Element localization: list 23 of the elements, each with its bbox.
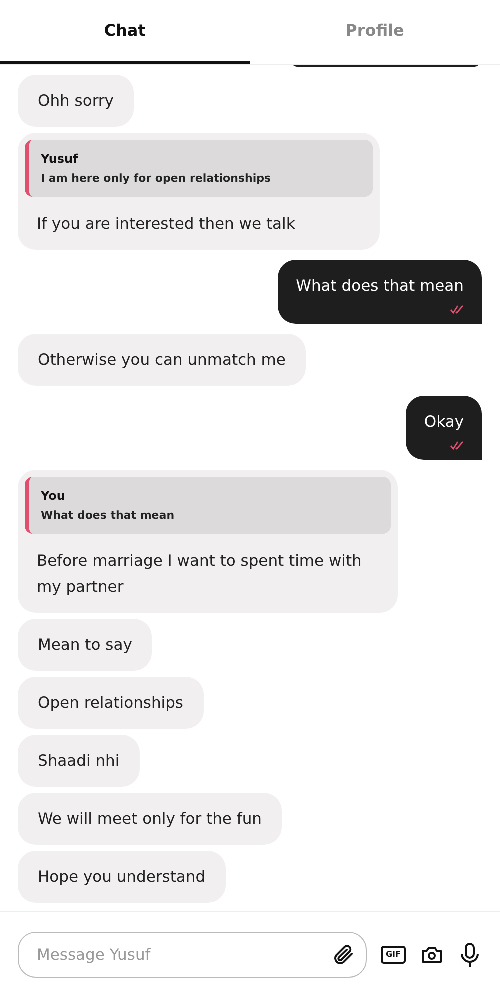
paperclip-icon[interactable] [332,942,356,966]
message-text: Ohh sorry [38,92,114,110]
message-text: Otherwise you can unmatch me [38,351,286,369]
quoted-message[interactable]: You What does that mean [25,477,391,534]
message-text: Hope you understand [38,868,206,886]
quote-text: I am here only for open relationships [41,172,272,185]
message-text: Okay [424,412,464,433]
quoted-message[interactable]: Yusuf I am here only for open relationships [25,140,373,197]
quote-author: Yusuf [41,152,80,166]
message-text: We will meet only for the fun [38,810,262,828]
message-text: What does that mean [296,276,464,297]
message-text: Before marriage I want to spent time with my partner [36,551,363,598]
microphone-icon[interactable] [458,942,482,968]
quote-author: You [41,489,66,503]
message-text: Shaadi nhi [38,752,120,770]
message-text: Open relationships [38,694,184,712]
tab[interactable]: Chat [0,0,250,64]
gif-button[interactable]: GIF [380,946,406,964]
tab[interactable]: Profile [250,0,500,64]
message-text: If you are interested then we talk [36,214,296,235]
message-text: Mean to say [38,636,132,654]
quote-text: What does that mean [41,509,176,522]
message-field[interactable]: Message Yusuf [18,932,367,978]
